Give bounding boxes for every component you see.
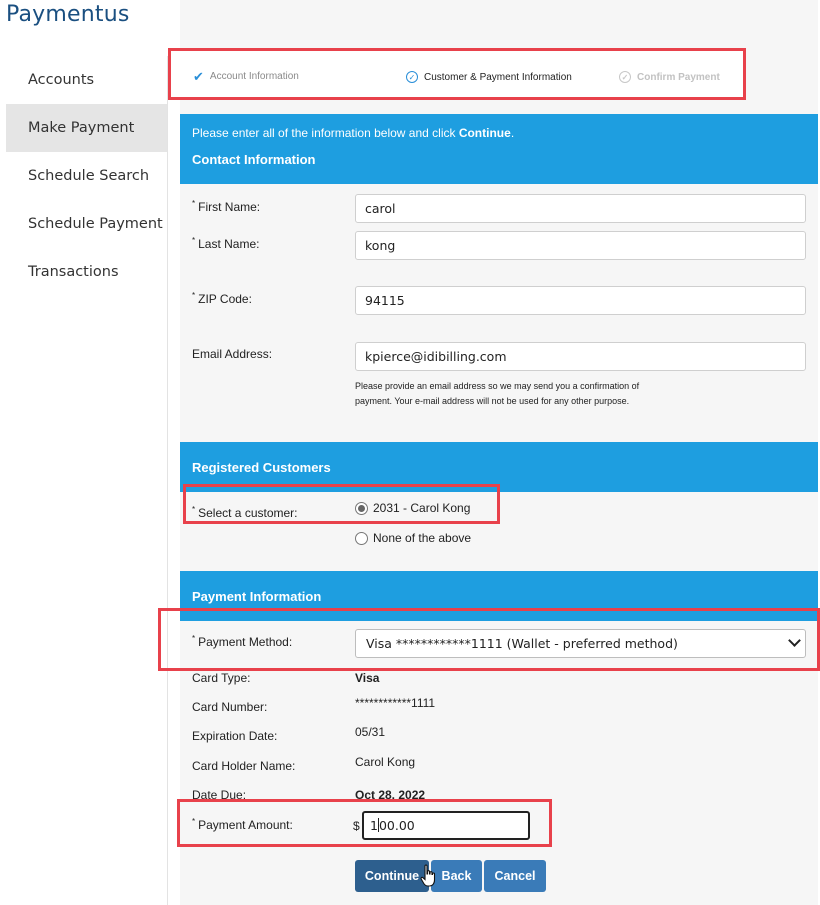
card-holder-label: Card Holder Name: bbox=[192, 759, 296, 773]
first-name-input[interactable]: carol bbox=[355, 194, 806, 223]
radio-selected[interactable] bbox=[355, 501, 368, 515]
step-label: Account Information bbox=[209, 71, 299, 82]
step-customer-payment-information: ✓ Customer & Payment Information bbox=[406, 71, 572, 83]
contact-section-title: Contact Information bbox=[192, 152, 316, 167]
payment-amount-label: * Payment Amount: bbox=[192, 817, 293, 832]
customer-option-carol-kong[interactable]: 2031 - Carol Kong bbox=[355, 501, 470, 515]
email-hint: Please provide an email address so we ma… bbox=[355, 381, 640, 406]
registered-customers-banner: Registered Customers bbox=[180, 442, 818, 492]
required-mark: * bbox=[192, 817, 196, 826]
contact-banner: Please enter all of the information belo… bbox=[180, 114, 818, 184]
brand-logo: Paymentus bbox=[6, 2, 130, 27]
sidebar-item-transactions[interactable]: Transactions bbox=[6, 248, 167, 296]
required-mark: * bbox=[192, 634, 196, 643]
required-mark: * bbox=[192, 236, 196, 245]
circle-check-icon: ✓ bbox=[619, 71, 631, 83]
hand-pointer-icon bbox=[420, 864, 436, 887]
payment-method-select[interactable]: Visa ************1111 (Wallet - preferre… bbox=[355, 629, 806, 658]
last-name-label: * Last Name: bbox=[192, 236, 260, 251]
sidebar: Accounts Make Payment Schedule Search Sc… bbox=[0, 56, 168, 905]
sidebar-item-accounts[interactable]: Accounts bbox=[6, 56, 167, 104]
required-mark: * bbox=[192, 199, 196, 208]
sidebar-item-schedule-payment[interactable]: Schedule Payment bbox=[6, 200, 167, 248]
step-label: Confirm Payment bbox=[637, 71, 720, 83]
circle-check-icon: ✓ bbox=[406, 71, 418, 83]
back-button[interactable]: Back bbox=[431, 860, 482, 892]
step-label: Customer & Payment Information bbox=[424, 71, 572, 83]
first-name-label: * First Name: bbox=[192, 199, 261, 214]
payment-method-label: * Payment Method: bbox=[192, 634, 293, 649]
currency-symbol: $ bbox=[353, 819, 360, 833]
radio-unselected[interactable] bbox=[355, 531, 368, 545]
sidebar-item-schedule-search[interactable]: Schedule Search bbox=[6, 152, 167, 200]
zip-code-input[interactable]: 94115 bbox=[355, 286, 806, 315]
expiration-date-label: Expiration Date: bbox=[192, 729, 278, 743]
payment-section-title: Payment Information bbox=[192, 589, 322, 604]
email-field[interactable]: kpierce@idibilling.com bbox=[355, 342, 806, 371]
zip-code-label: * ZIP Code: bbox=[192, 291, 252, 306]
chevron-down-icon bbox=[788, 634, 801, 647]
card-type-value: Visa bbox=[355, 671, 380, 685]
last-name-input[interactable]: kong bbox=[355, 231, 806, 260]
date-due-value: Oct 28, 2022 bbox=[355, 788, 426, 802]
option-label: None of the above bbox=[373, 531, 472, 545]
step-account-information: ✔ Account Information bbox=[193, 68, 299, 84]
expiration-date-value: 05/31 bbox=[355, 725, 386, 739]
card-holder-value: Carol Kong bbox=[355, 755, 416, 769]
card-number-value: ************1111 bbox=[355, 696, 436, 710]
sidebar-item-make-payment[interactable]: Make Payment bbox=[6, 104, 167, 152]
check-icon: ✔ bbox=[193, 68, 204, 84]
progress-steps: ✔ Account Information ✓ Customer & Payme… bbox=[168, 48, 746, 100]
continue-button[interactable]: Continue bbox=[355, 860, 429, 892]
card-type-label: Card Type: bbox=[192, 671, 251, 685]
payment-amount-input[interactable]: 100.00 bbox=[362, 811, 530, 840]
required-mark: * bbox=[192, 505, 196, 514]
option-label: 2031 - Carol Kong bbox=[373, 501, 471, 515]
select-customer-label: * Select a customer: bbox=[192, 505, 298, 520]
card-number-label: Card Number: bbox=[192, 700, 268, 714]
registered-section-title: Registered Customers bbox=[192, 460, 331, 475]
payment-info-banner: Payment Information bbox=[180, 571, 818, 621]
intro-text: Please enter all of the information belo… bbox=[192, 126, 515, 140]
required-mark: * bbox=[192, 291, 196, 300]
date-due-label: Date Due: bbox=[192, 788, 247, 802]
step-confirm-payment: ✓ Confirm Payment bbox=[619, 71, 720, 83]
email-label: Email Address: bbox=[192, 347, 273, 361]
customer-option-none[interactable]: None of the above bbox=[355, 531, 471, 545]
payment-method-value: Visa ************1111 (Wallet - preferre… bbox=[366, 636, 678, 651]
cancel-button[interactable]: Cancel bbox=[484, 860, 546, 892]
